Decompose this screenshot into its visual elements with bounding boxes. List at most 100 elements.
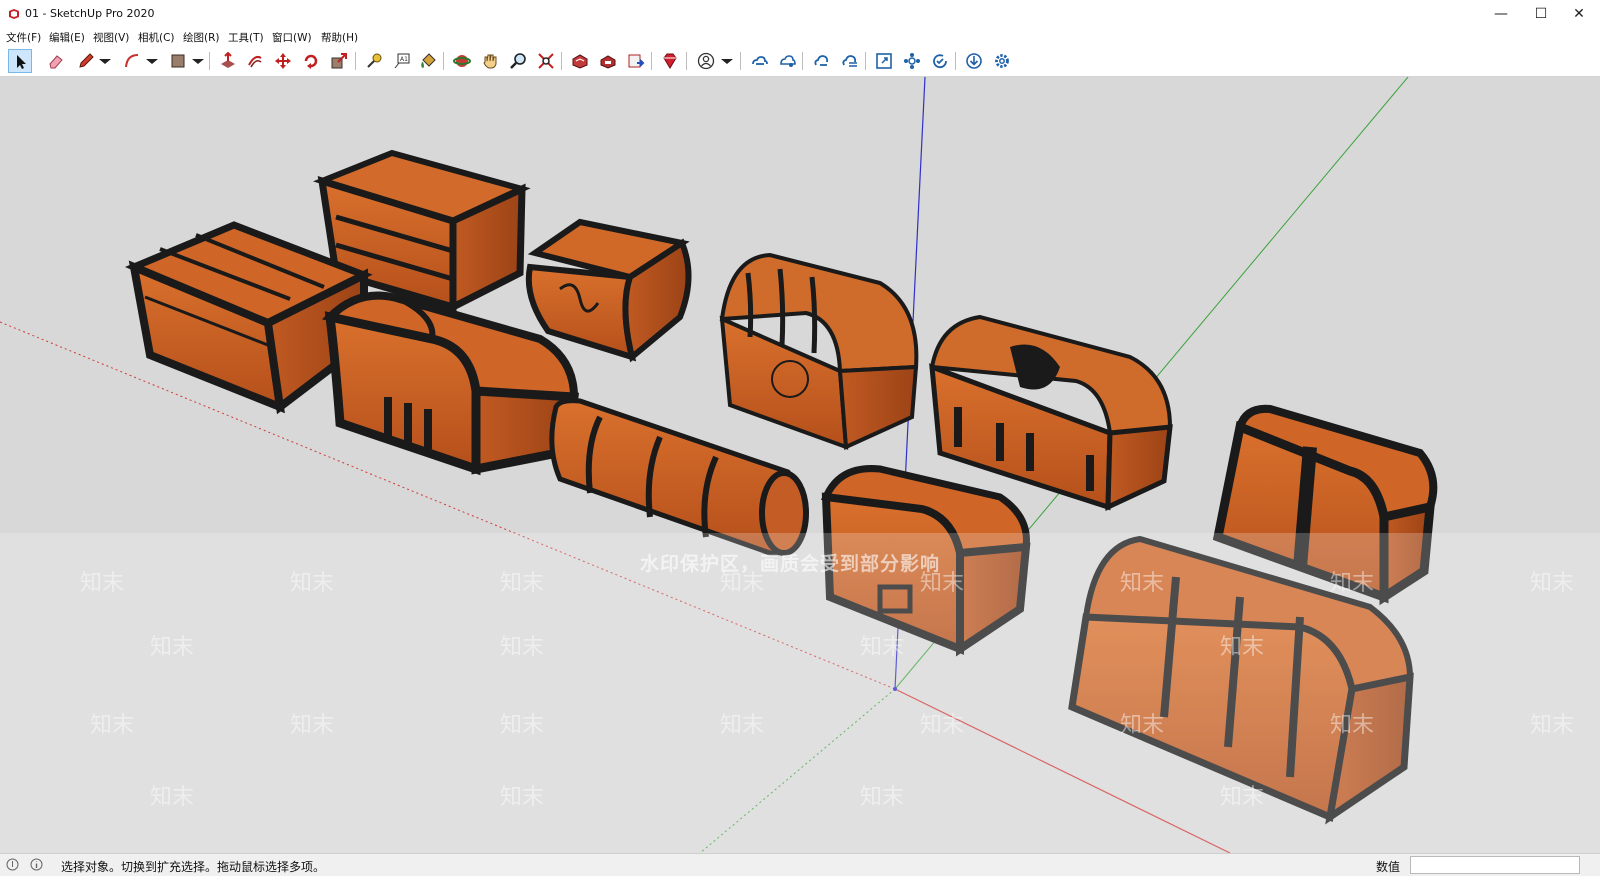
- watermark-brand: 知末: [500, 713, 545, 738]
- chevron-down-icon: [721, 59, 733, 64]
- refresh-button[interactable]: [928, 49, 952, 73]
- watermark-brand: 知末: [720, 571, 765, 596]
- watermark-brand: 知末: [1120, 713, 1165, 738]
- chevron-down-icon: [146, 59, 158, 64]
- scale-tool-button[interactable]: [327, 49, 351, 73]
- extension-manager-button[interactable]: [658, 49, 682, 73]
- toolbar-separator: [865, 52, 866, 70]
- orbit-tool-button[interactable]: [450, 49, 474, 73]
- send-to-layout-button[interactable]: [624, 49, 648, 73]
- trimble-connect-button[interactable]: [748, 49, 772, 73]
- toolbar-separator: [740, 52, 741, 70]
- watermark-brand: 知末: [500, 635, 545, 660]
- toolbar-separator: [802, 52, 803, 70]
- download-button[interactable]: [962, 49, 986, 73]
- offset-tool-button[interactable]: [243, 49, 267, 73]
- push-pull-tool-button[interactable]: [216, 49, 240, 73]
- magnifier-icon: [510, 53, 526, 69]
- arrow-icon: [17, 55, 26, 69]
- watermark-brand: 知末: [290, 713, 335, 738]
- settings-button[interactable]: [990, 49, 1014, 73]
- arc-tool-dropdown[interactable]: [143, 49, 158, 73]
- shapes-tool-dropdown[interactable]: [189, 49, 204, 73]
- download-icon: [966, 53, 982, 69]
- text-icon: A1: [394, 53, 410, 69]
- chest-model-ornate-dome[interactable]: [719, 252, 919, 451]
- cloud-link-icon: [752, 56, 768, 65]
- main-toolbar: A1: [0, 46, 1600, 77]
- watermark-text: 水印保护区，画质会受到部分影响: [640, 553, 941, 575]
- eraser-tool-button[interactable]: [44, 49, 68, 73]
- menu-file[interactable]: 文件(F): [6, 30, 41, 45]
- watermark-brand: 知末: [500, 571, 545, 596]
- window-title: 01 - SketchUp Pro 2020: [25, 7, 155, 20]
- geo-location-icon[interactable]: [6, 858, 19, 871]
- offset-icon: [248, 55, 262, 68]
- pan-tool-button[interactable]: [478, 49, 502, 73]
- rotate-icon: [304, 54, 318, 69]
- watermark-brand: 知末: [1530, 713, 1575, 738]
- watermark-brand: 知末: [860, 635, 905, 660]
- menu-camera[interactable]: 相机(C): [138, 30, 175, 45]
- scale-icon: [331, 53, 347, 69]
- toolbar-separator: [686, 52, 687, 70]
- account-dropdown[interactable]: [718, 49, 733, 73]
- menu-view[interactable]: 视图(V): [93, 30, 129, 45]
- 3d-warehouse-button[interactable]: [568, 49, 592, 73]
- shapes-tool-button[interactable]: [166, 49, 190, 73]
- cloud-sync-icon: [814, 55, 829, 66]
- cloud-share-icon: [780, 55, 796, 67]
- trimble-connect-share-button[interactable]: [776, 49, 800, 73]
- warehouse-icon: [572, 54, 588, 69]
- account-button[interactable]: [694, 49, 718, 73]
- rotate-tool-button[interactable]: [299, 49, 323, 73]
- info-icon[interactable]: [30, 858, 43, 871]
- menu-edit[interactable]: 编辑(E): [49, 30, 85, 45]
- menu-help[interactable]: 帮助(H): [321, 30, 358, 45]
- chest-model-barrel[interactable]: [549, 398, 809, 556]
- line-tool-dropdown[interactable]: [96, 49, 111, 73]
- push-pull-icon: [221, 52, 235, 68]
- text-tool-button[interactable]: A1: [390, 49, 414, 73]
- chest-model-dome[interactable]: [321, 291, 579, 476]
- menu-draw[interactable]: 绘图(R): [183, 30, 220, 45]
- components-icon: [904, 53, 920, 69]
- line-tool-button[interactable]: [74, 49, 98, 73]
- gear-icon: [995, 54, 1009, 68]
- chevron-down-icon: [99, 59, 111, 64]
- watermark-brand: 知末: [860, 785, 905, 810]
- toolbar-separator: [561, 52, 562, 70]
- orbit-icon: [453, 55, 471, 67]
- model-viewport[interactable]: 水印保护区，画质会受到部分影响 知末 知末 知末 知末 知末 知末 知末 知末 知末 知末 知末 知末…: [0, 77, 1600, 853]
- status-bar: 选择对象。切换到扩充选择。拖动鼠标选择多项。 数值: [0, 853, 1600, 876]
- chest-model-celtic[interactable]: [929, 314, 1173, 511]
- fullscreen-button[interactable]: [872, 49, 896, 73]
- extension-warehouse-button[interactable]: [596, 49, 620, 73]
- pan-hand-icon: [483, 54, 497, 69]
- chest-model-small-ornate[interactable]: [525, 218, 692, 363]
- zoom-extents-button[interactable]: [534, 49, 558, 73]
- menu-tools[interactable]: 工具(T): [228, 30, 264, 45]
- toolbar-separator: [651, 52, 652, 70]
- chevron-down-icon: [192, 59, 204, 64]
- menu-bar: 文件(F) 编辑(E) 视图(V) 相机(C) 绘图(R) 工具(T) 窗口(W…: [0, 28, 1600, 46]
- eraser-icon: [49, 55, 63, 69]
- zoom-tool-button[interactable]: [506, 49, 530, 73]
- close-button[interactable]: ✕: [1556, 0, 1600, 28]
- toolbar-separator: [209, 52, 210, 70]
- tape-measure-tool-button[interactable]: [362, 49, 386, 73]
- select-tool-button[interactable]: [8, 49, 32, 73]
- arc-icon: [125, 54, 139, 68]
- cloud-sync-button[interactable]: [810, 49, 834, 73]
- components-button[interactable]: [900, 49, 924, 73]
- measurements-label: 数值: [1376, 860, 1401, 874]
- arc-tool-button[interactable]: [120, 49, 144, 73]
- paint-bucket-tool-button[interactable]: [416, 49, 440, 73]
- move-tool-button[interactable]: [271, 49, 295, 73]
- measurements-input[interactable]: [1410, 856, 1580, 874]
- expand-icon: [876, 53, 892, 69]
- menu-window[interactable]: 窗口(W): [272, 30, 312, 45]
- watermark-brand: 知末: [80, 571, 125, 596]
- cloud-upload-button[interactable]: [838, 49, 862, 73]
- watermark-brand: 知末: [1120, 571, 1165, 596]
